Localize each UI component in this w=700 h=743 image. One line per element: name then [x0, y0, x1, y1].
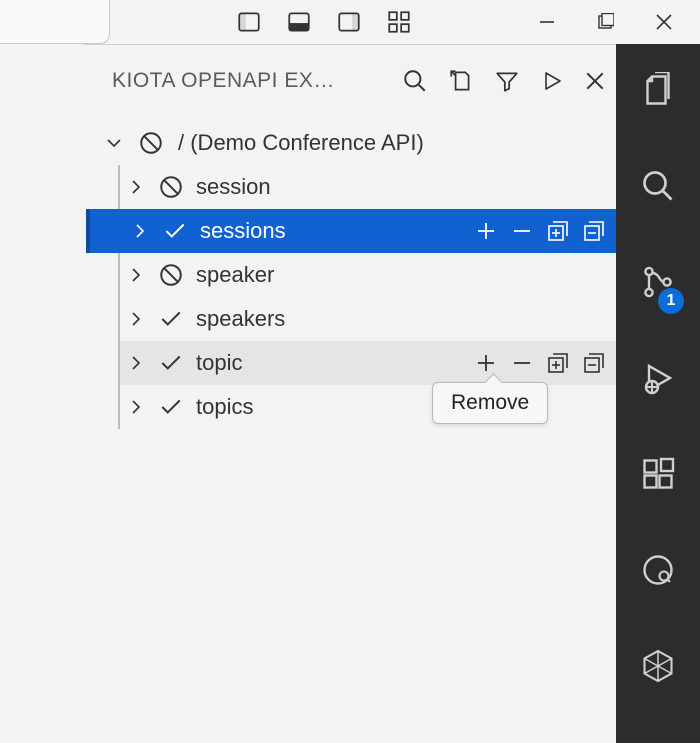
panel-title: KIOTA OPENAPI EX…	[112, 69, 398, 93]
chevron-right-icon[interactable]	[126, 309, 146, 329]
panel-header: KIOTA OPENAPI EX…	[84, 45, 616, 117]
tooltip-remove: Remove	[432, 382, 548, 424]
chevron-right-icon[interactable]	[126, 353, 146, 373]
filter-icon[interactable]	[494, 68, 520, 94]
chevron-right-icon[interactable]	[126, 265, 146, 285]
chevron-right-icon[interactable]	[126, 177, 146, 197]
remove-icon[interactable]	[510, 351, 534, 375]
run-debug-icon[interactable]	[640, 360, 676, 402]
close-icon[interactable]	[654, 12, 674, 32]
tree-item-label: sessions	[200, 218, 462, 244]
tree-item-label: topic	[196, 350, 462, 376]
excluded-icon	[158, 174, 184, 200]
included-icon	[158, 306, 184, 332]
layout-grid-icon[interactable]	[386, 9, 412, 35]
source-control-icon[interactable]: 1	[640, 264, 676, 306]
tree-item-sessions[interactable]: sessions	[86, 209, 616, 253]
extensions-icon[interactable]	[640, 456, 676, 498]
generate-icon[interactable]	[540, 68, 564, 94]
window-controls	[538, 12, 674, 32]
add-all-icon[interactable]	[546, 219, 570, 243]
editor-tab-stub[interactable]	[0, 0, 110, 44]
minimize-icon[interactable]	[538, 13, 556, 31]
excluded-icon	[138, 130, 164, 156]
tree-item-label: topics	[196, 394, 616, 420]
add-icon[interactable]	[474, 351, 498, 375]
close-panel-icon[interactable]	[584, 70, 606, 92]
panel-bottom-icon[interactable]	[286, 9, 312, 35]
titlebar	[0, 0, 700, 44]
excluded-icon	[158, 262, 184, 288]
row-actions	[474, 219, 606, 243]
panel-left-icon[interactable]	[236, 9, 262, 35]
activity-bar: 1	[616, 44, 700, 743]
search-activity-icon[interactable]	[640, 168, 676, 210]
explorer-icon[interactable]	[640, 72, 676, 114]
tree-item-label: session	[196, 174, 616, 200]
remove-all-icon[interactable]	[582, 219, 606, 243]
tree-item-label: speaker	[196, 262, 616, 288]
add-icon[interactable]	[474, 219, 498, 243]
included-icon	[158, 394, 184, 420]
tree-item-speaker[interactable]: speaker	[120, 253, 616, 297]
left-gutter	[0, 44, 84, 743]
tree-item-session[interactable]: session	[120, 165, 616, 209]
chevron-down-icon[interactable]	[104, 133, 124, 153]
tree-item-label: speakers	[196, 306, 616, 332]
chevron-right-icon[interactable]	[130, 221, 150, 241]
layout-controls	[236, 9, 412, 35]
scm-badge: 1	[658, 288, 684, 314]
add-all-icon[interactable]	[546, 351, 570, 375]
included-icon	[158, 350, 184, 376]
extra1-icon[interactable]	[640, 552, 676, 594]
search-icon[interactable]	[402, 68, 428, 94]
row-actions	[474, 351, 606, 375]
maximize-icon[interactable]	[596, 13, 614, 31]
panel-actions	[402, 68, 606, 94]
tree-item-topic[interactable]: topic	[120, 341, 616, 385]
included-icon	[162, 218, 188, 244]
tree-item-speakers[interactable]: speakers	[120, 297, 616, 341]
extra2-icon[interactable]	[640, 648, 676, 690]
chevron-right-icon[interactable]	[126, 397, 146, 417]
tree-root-label: / (Demo Conference API)	[178, 130, 424, 156]
remove-all-icon[interactable]	[582, 351, 606, 375]
tree-root[interactable]: / (Demo Conference API)	[84, 121, 616, 165]
panel-right-icon[interactable]	[336, 9, 362, 35]
open-file-icon[interactable]	[448, 68, 474, 94]
remove-icon[interactable]	[510, 219, 534, 243]
